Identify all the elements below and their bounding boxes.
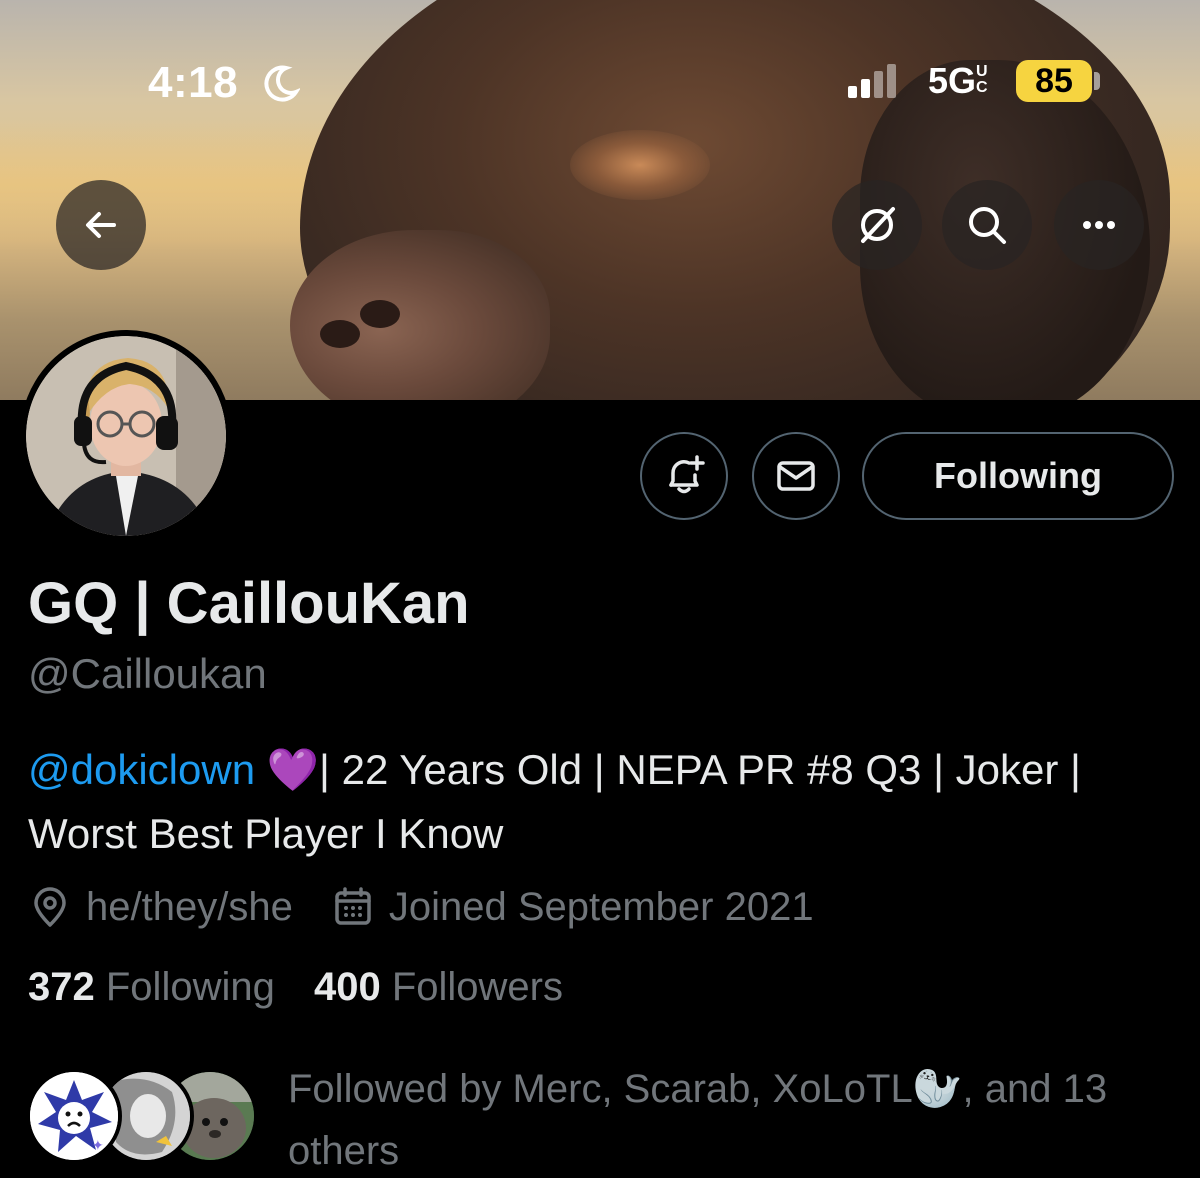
battery-tip <box>1094 72 1100 90</box>
more-button[interactable] <box>1054 180 1144 270</box>
following-label: Following <box>105 965 275 1009</box>
message-button[interactable] <box>752 432 840 520</box>
purple-heart-emoji: 💜 <box>266 746 320 793</box>
following-count: 372 <box>28 965 95 1009</box>
avatar-photo <box>26 336 226 536</box>
star-face-icon: ✦ <box>30 1072 118 1160</box>
search-icon <box>969 207 1006 244</box>
mutual-avatar-star[interactable]: ✦ <box>26 1068 122 1164</box>
search-button[interactable] <box>942 180 1032 270</box>
nostril <box>360 300 400 328</box>
display-name: GQ | CaillouKan <box>28 571 470 636</box>
following-link[interactable]: 372 Following <box>28 965 275 1009</box>
nostril <box>320 320 360 348</box>
location-text: he/they/she <box>86 884 293 929</box>
profile-meta: he/they/she Joined September 2021 <box>28 880 814 934</box>
moon-icon <box>264 65 300 102</box>
location-pin-icon <box>34 887 66 927</box>
followers-link[interactable]: 400 Followers <box>314 965 563 1009</box>
profile-avatar[interactable] <box>20 330 232 542</box>
network-suffix: UC <box>976 63 988 96</box>
following-button[interactable]: Following <box>862 432 1174 520</box>
battery-level: 85 <box>1016 60 1092 102</box>
calendar-icon <box>335 887 371 925</box>
followers-count: 400 <box>313 965 381 1009</box>
handle: @Cailloukan <box>28 650 267 697</box>
envelope-icon <box>777 461 815 491</box>
bio: @dokiclown 💜| 22 Years Old | NEPA PR #8 … <box>28 738 1188 866</box>
more-icon <box>1083 221 1115 229</box>
svg-text:✦: ✦ <box>92 1138 104 1154</box>
network-type: 5G <box>928 60 977 101</box>
joined-date: Joined September 2021 <box>388 884 814 929</box>
status-time: 4:18 <box>148 58 239 107</box>
bell-plus-icon <box>669 455 705 494</box>
grok-button[interactable] <box>832 180 922 270</box>
followed-by-text[interactable]: Followed by Merc, Scarab, XoLoTL🦭, and 1… <box>288 1058 1178 1178</box>
arrow-left-icon <box>86 212 116 238</box>
back-button[interactable] <box>56 180 146 270</box>
banner-dog-snout <box>290 230 550 400</box>
bio-mention-link[interactable]: @dokiclown <box>28 746 255 793</box>
network-label: 5GUC <box>928 60 990 102</box>
grok-icon <box>861 207 895 243</box>
followers-label: Followers <box>391 965 563 1009</box>
banner-dog-eye <box>570 130 710 200</box>
notify-button[interactable] <box>640 432 728 520</box>
avatar-person-icon <box>26 336 226 536</box>
follow-counts: 372 Following 400 Followers <box>28 965 563 1010</box>
signal-icon <box>848 64 896 98</box>
